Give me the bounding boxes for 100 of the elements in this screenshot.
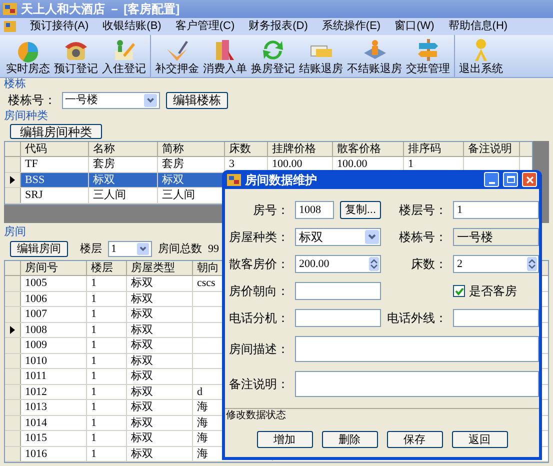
checkbox-label: 是否客房 bbox=[469, 283, 517, 300]
column-header[interactable]: 代码 bbox=[21, 142, 89, 156]
column-header[interactable]: 名称 bbox=[89, 142, 158, 156]
column-header[interactable]: 挂牌价格 bbox=[268, 142, 333, 156]
menu-item[interactable]: 预订接待(A) bbox=[30, 18, 89, 35]
toolbar-button[interactable]: 结账退房 bbox=[297, 37, 345, 77]
row-header[interactable] bbox=[5, 322, 21, 337]
group-title: 房间种类 bbox=[4, 110, 48, 122]
text-field[interactable] bbox=[295, 309, 381, 327]
form-icon bbox=[4, 21, 16, 32]
column-header[interactable]: 楼层 bbox=[87, 261, 127, 275]
table-cell: 1 bbox=[87, 446, 127, 461]
toolbar-button[interactable]: 消费入单 bbox=[201, 37, 249, 77]
column-header[interactable]: 简称 bbox=[158, 142, 225, 156]
table-cell: 1 bbox=[87, 338, 127, 352]
menu-item[interactable]: 系统操作(E) bbox=[322, 18, 381, 35]
app-icon bbox=[3, 3, 17, 15]
dropdown[interactable]: 标双 bbox=[295, 228, 381, 246]
copy-button[interactable]: 复制... bbox=[340, 201, 381, 219]
table-cell: 1009 bbox=[21, 338, 87, 352]
edit-building-button[interactable]: 编辑楼栋 bbox=[166, 92, 228, 108]
toolbar-button[interactable]: 预订登记 bbox=[52, 37, 100, 77]
edit-room-type-button[interactable]: 编辑房间种类 bbox=[10, 124, 102, 139]
column-header[interactable]: 房屋类型 bbox=[127, 261, 193, 275]
minimize-button[interactable] bbox=[484, 172, 499, 187]
field-label: 房号： bbox=[252, 202, 289, 219]
maximize-icon bbox=[506, 176, 514, 183]
column-header[interactable]: 备注说明 bbox=[464, 142, 520, 156]
table-cell: 1010 bbox=[21, 354, 87, 368]
table-cell: 1012 bbox=[21, 384, 87, 399]
spin-field[interactable]: 2 bbox=[453, 255, 539, 273]
table-cell: 1 bbox=[87, 400, 127, 414]
menu-item[interactable]: 窗口(W) bbox=[394, 18, 434, 35]
menu-item[interactable]: 收银结账(B) bbox=[102, 18, 162, 35]
edit-room-button[interactable]: 编辑房间 bbox=[10, 241, 68, 257]
table-cell: 套房 bbox=[89, 157, 158, 172]
dropdown[interactable]: 1 bbox=[108, 241, 152, 257]
column-header[interactable]: 床数 bbox=[225, 142, 268, 156]
toolbar-button[interactable]: 交班管理 bbox=[404, 37, 452, 77]
group-title: 房间 bbox=[4, 226, 26, 238]
table-cell: TF bbox=[21, 157, 89, 172]
window-title: 天上人和大酒店 － [客房配置] bbox=[21, 1, 180, 18]
toolbar-button[interactable]: 入住登记 bbox=[100, 37, 148, 77]
column-header[interactable]: 排序码 bbox=[404, 142, 464, 156]
table-cell: 1016 bbox=[21, 446, 87, 461]
close-button[interactable] bbox=[522, 172, 537, 187]
text-field[interactable] bbox=[295, 282, 381, 300]
table-cell: 1007 bbox=[21, 307, 87, 322]
table-cell: 1 bbox=[87, 322, 127, 337]
table-cell: 1008 bbox=[21, 322, 87, 337]
spinner-arrows-icon[interactable] bbox=[369, 257, 379, 271]
table-cell: 标双 bbox=[127, 446, 193, 461]
text-field[interactable]: 1 bbox=[453, 201, 539, 219]
table-cell: 1 bbox=[87, 431, 127, 446]
table-cell: 标双 bbox=[127, 369, 193, 384]
table-cell: 标双 bbox=[127, 384, 193, 399]
menu-item[interactable]: 财务报表(D) bbox=[248, 18, 308, 35]
text-field[interactable] bbox=[453, 309, 539, 327]
field-label: 电话外线： bbox=[387, 310, 447, 327]
table-cell: 1 bbox=[87, 416, 127, 430]
checkbox[interactable] bbox=[453, 285, 465, 297]
field-label: 楼栋号： bbox=[8, 92, 56, 109]
minimize-icon bbox=[488, 182, 494, 184]
field-label: 散客房价： bbox=[228, 256, 289, 273]
toolbar-button[interactable]: 实时房态 bbox=[4, 37, 52, 77]
column-header[interactable]: 房间号 bbox=[21, 261, 87, 275]
app-icon bbox=[227, 174, 241, 186]
group-title: 楼栋 bbox=[4, 78, 26, 90]
table-cell: 1 bbox=[87, 276, 127, 290]
menu-item[interactable]: 帮助信息(H) bbox=[448, 18, 508, 35]
maximize-button[interactable] bbox=[503, 172, 518, 187]
toolbar-button[interactable]: 退出系统 bbox=[457, 37, 505, 77]
memo-field[interactable] bbox=[295, 371, 539, 397]
table-cell: 1 bbox=[87, 384, 127, 399]
dialog-button[interactable]: 保存 bbox=[386, 431, 442, 448]
table-cell: 1 bbox=[87, 369, 127, 384]
room-count-label: 房间总数 bbox=[158, 242, 202, 257]
text-field[interactable]: 1008 bbox=[295, 201, 334, 219]
field-label: 房屋种类： bbox=[228, 229, 289, 246]
toolbar-button[interactable]: 不结账退房 bbox=[345, 37, 404, 77]
field-label: 电话分机： bbox=[228, 310, 289, 327]
row-header[interactable] bbox=[5, 172, 21, 187]
menu-item[interactable]: 客户管理(C) bbox=[175, 18, 235, 35]
toolbar-button[interactable]: 补交押金 bbox=[153, 37, 201, 77]
memo-field[interactable] bbox=[295, 336, 539, 362]
field-label: 房间描述： bbox=[228, 341, 289, 358]
dialog-button[interactable]: 增加 bbox=[256, 431, 312, 448]
dropdown[interactable]: 一号楼 bbox=[62, 92, 160, 108]
table-cell: 1013 bbox=[21, 400, 87, 414]
dialog-button[interactable]: 返回 bbox=[452, 431, 508, 448]
dialog-button[interactable]: 删除 bbox=[322, 431, 378, 448]
table-cell: 标双 bbox=[127, 307, 193, 322]
table-cell: 1014 bbox=[21, 416, 87, 430]
toolbar-button[interactable]: 换房登记 bbox=[249, 37, 297, 77]
spin-field[interactable]: 200.00 bbox=[295, 255, 381, 273]
row-pointer-icon bbox=[10, 326, 15, 334]
row-pointer-icon bbox=[10, 176, 15, 184]
table-cell: 标双 bbox=[127, 416, 193, 430]
column-header[interactable]: 散客价格 bbox=[333, 142, 404, 156]
spinner-arrows-icon[interactable] bbox=[527, 257, 537, 271]
